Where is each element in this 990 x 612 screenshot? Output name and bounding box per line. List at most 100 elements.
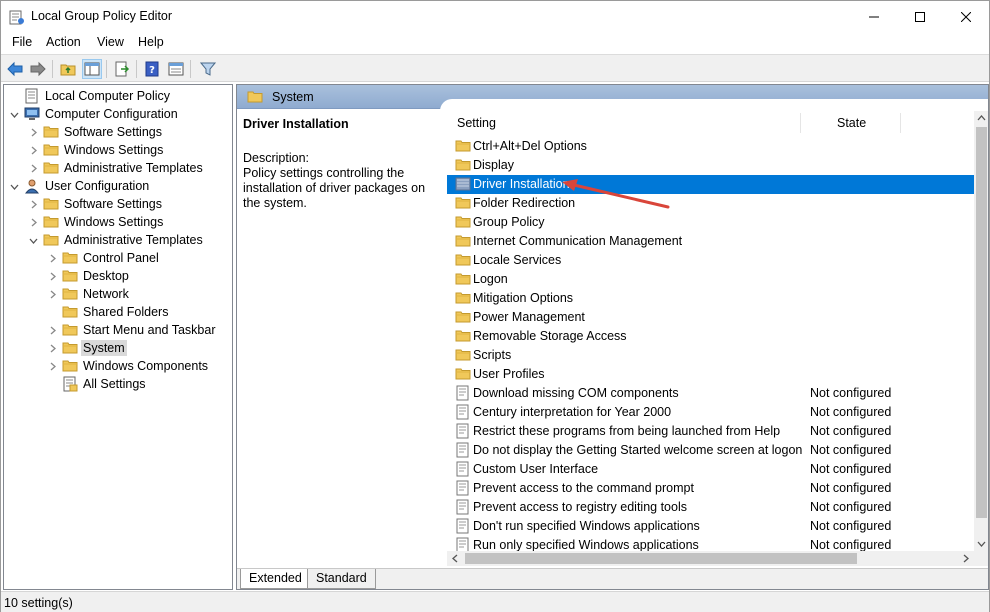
all-settings-icon <box>63 376 78 392</box>
description-pane: Driver Installation Description: Policy … <box>237 111 447 571</box>
policy-setting-row[interactable]: Prevent access to registry editing tools… <box>447 498 974 517</box>
tree-item[interactable]: User Configuration <box>8 177 151 195</box>
back-button[interactable] <box>5 59 25 79</box>
scroll-right-arrow-icon[interactable] <box>961 554 970 563</box>
forward-button[interactable] <box>28 59 48 79</box>
up-one-level-button[interactable] <box>58 59 78 79</box>
properties-button[interactable] <box>166 59 186 79</box>
help-button[interactable]: ? <box>142 59 162 79</box>
setting-icon <box>456 499 469 515</box>
chevron-right-icon[interactable] <box>27 141 39 159</box>
chevron-right-icon[interactable] <box>46 285 58 303</box>
row-name: Folder Redirection <box>473 196 576 210</box>
settings-list[interactable]: Setting State Ctrl+Alt+Del Options Displa… <box>447 111 974 551</box>
policy-folder-row[interactable]: Display <box>447 156 974 175</box>
tree-item-label: All Settings <box>83 377 146 391</box>
policy-setting-row[interactable]: Do not display the Getting Started welco… <box>447 441 974 460</box>
chevron-right-icon[interactable] <box>46 267 58 285</box>
policy-folder-row[interactable]: Folder Redirection <box>447 194 974 213</box>
console-tree[interactable]: Local Computer Policy Computer Configurat… <box>3 84 233 590</box>
policy-folder-row[interactable]: Ctrl+Alt+Del Options <box>447 137 974 156</box>
tree-item[interactable]: System <box>46 339 127 357</box>
policy-setting-row[interactable]: Custom User Interface Not configured <box>447 460 974 479</box>
policy-folder-row[interactable]: Power Management <box>447 308 974 327</box>
chevron-right-icon[interactable] <box>46 321 58 339</box>
chevron-down-icon[interactable] <box>27 231 39 249</box>
row-name: Removable Storage Access <box>473 329 627 343</box>
column-header-state[interactable]: State <box>837 111 917 135</box>
row-name: User Profiles <box>473 367 545 381</box>
policy-folder-row[interactable]: Scripts <box>447 346 974 365</box>
tree-item[interactable]: Shared Folders <box>46 303 170 321</box>
policy-setting-row[interactable]: Don't run specified Windows applications… <box>447 517 974 536</box>
policy-folder-row[interactable]: Driver Installation <box>447 175 974 194</box>
horizontal-scrollbar[interactable] <box>447 551 974 566</box>
menu-file[interactable]: File <box>12 35 32 49</box>
chevron-right-icon[interactable] <box>46 357 58 375</box>
chevron-down-icon[interactable] <box>8 105 20 123</box>
minimize-button[interactable] <box>851 1 897 32</box>
row-state: Not configured <box>810 443 892 457</box>
tree-item[interactable]: Local Computer Policy <box>8 87 172 105</box>
chevron-right-icon[interactable] <box>46 339 58 357</box>
filter-button[interactable] <box>198 59 218 79</box>
horizontal-scroll-thumb[interactable] <box>465 553 857 564</box>
policy-folder-row[interactable]: User Profiles <box>447 365 974 384</box>
tree-item[interactable]: Administrative Templates <box>27 231 205 249</box>
vertical-scrollbar[interactable] <box>974 111 988 551</box>
policy-folder-row[interactable]: Group Policy <box>447 213 974 232</box>
row-name: Prevent access to registry editing tools <box>473 500 687 514</box>
menu-help[interactable]: Help <box>138 35 164 49</box>
tree-item[interactable]: Windows Components <box>46 357 210 375</box>
policy-setting-row[interactable]: Restrict these programs from being launc… <box>447 422 974 441</box>
scroll-left-arrow-icon[interactable] <box>451 554 460 563</box>
row-name: Display <box>473 158 514 172</box>
tree-item[interactable]: Software Settings <box>27 195 164 213</box>
tree-item[interactable]: Windows Settings <box>27 213 165 231</box>
tree-item[interactable]: Software Settings <box>27 123 164 141</box>
chevron-right-icon[interactable] <box>27 123 39 141</box>
row-name: Restrict these programs from being launc… <box>473 424 781 438</box>
chevron-right-icon[interactable] <box>27 159 39 177</box>
scroll-up-arrow-icon[interactable] <box>977 114 986 123</box>
policy-setting-row[interactable]: Century interpretation for Year 2000 Not … <box>447 403 974 422</box>
show-hide-tree-button[interactable] <box>82 59 102 79</box>
tree-item[interactable]: All Settings <box>46 375 148 393</box>
tab-standard[interactable]: Standard <box>307 569 376 589</box>
policy-folder-row[interactable]: Removable Storage Access <box>447 327 974 346</box>
policy-setting-row[interactable]: Run only specified Windows applications N… <box>447 536 974 551</box>
title-bar: Local Group Policy Editor <box>1 1 989 32</box>
policy-folder-row[interactable]: Logon <box>447 270 974 289</box>
column-separator[interactable] <box>800 113 801 133</box>
close-button[interactable] <box>943 1 989 32</box>
scroll-down-arrow-icon[interactable] <box>977 539 986 548</box>
policy-setting-row[interactable]: Download missing COM components Not confi… <box>447 384 974 403</box>
column-separator[interactable] <box>900 113 901 133</box>
menu-view[interactable]: View <box>97 35 124 49</box>
maximize-icon <box>915 11 925 22</box>
policy-setting-row[interactable]: Prevent access to the command prompt Not … <box>447 479 974 498</box>
maximize-button[interactable] <box>897 1 943 32</box>
policy-folder-row[interactable]: Mitigation Options <box>447 289 974 308</box>
folder-icon <box>455 330 471 342</box>
tree-item[interactable]: Start Menu and Taskbar <box>46 321 217 339</box>
export-list-button[interactable] <box>112 59 132 79</box>
tree-item[interactable]: Network <box>46 285 131 303</box>
tab-extended[interactable]: Extended <box>240 569 311 589</box>
tree-item[interactable]: Administrative Templates <box>27 159 205 177</box>
chevron-down-icon[interactable] <box>8 177 20 195</box>
policy-folder-row[interactable]: Internet Communication Management <box>447 232 974 251</box>
tree-item[interactable]: Control Panel <box>46 249 161 267</box>
chevron-right-icon[interactable] <box>46 249 58 267</box>
policy-folder-row[interactable]: Locale Services <box>447 251 974 270</box>
vertical-scroll-thumb[interactable] <box>976 127 987 518</box>
tree-item[interactable]: Desktop <box>46 267 131 285</box>
chevron-right-icon[interactable] <box>27 195 39 213</box>
chevron-right-icon[interactable] <box>27 213 39 231</box>
row-name: Do not display the Getting Started welco… <box>473 443 803 457</box>
tree-item[interactable]: Windows Settings <box>27 141 165 159</box>
column-header-setting[interactable]: Setting <box>457 111 797 135</box>
menu-action[interactable]: Action <box>46 35 81 49</box>
toolbar-separator <box>136 60 137 78</box>
tree-item[interactable]: Computer Configuration <box>8 105 180 123</box>
